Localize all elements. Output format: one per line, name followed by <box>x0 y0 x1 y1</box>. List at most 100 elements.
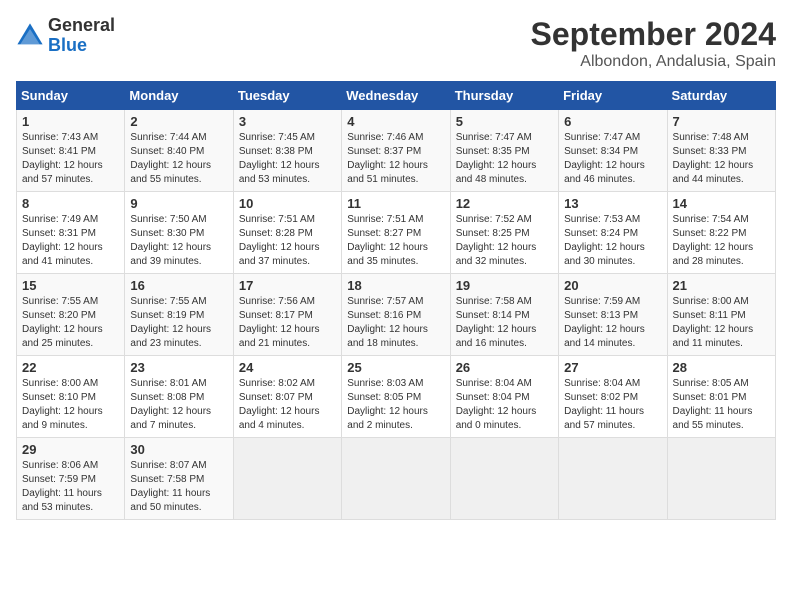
calendar-cell: 19 Sunrise: 7:58 AMSunset: 8:14 PMDaylig… <box>450 274 558 356</box>
calendar-week-row: 15 Sunrise: 7:55 AMSunset: 8:20 PMDaylig… <box>17 274 776 356</box>
header: General Blue September 2024 Albondon, An… <box>16 16 776 71</box>
day-number: 2 <box>130 114 227 129</box>
day-number: 30 <box>130 442 227 457</box>
day-info: Sunrise: 8:01 AMSunset: 8:08 PMDaylight:… <box>130 377 227 433</box>
day-number: 14 <box>673 196 770 211</box>
calendar-cell <box>450 438 558 520</box>
day-number: 26 <box>456 360 553 375</box>
calendar-week-row: 29 Sunrise: 8:06 AMSunset: 7:59 PMDaylig… <box>17 438 776 520</box>
day-info: Sunrise: 8:00 AMSunset: 8:10 PMDaylight:… <box>22 377 119 433</box>
day-info: Sunrise: 8:05 AMSunset: 8:01 PMDaylight:… <box>673 377 770 433</box>
day-number: 8 <box>22 196 119 211</box>
calendar-cell: 15 Sunrise: 7:55 AMSunset: 8:20 PMDaylig… <box>17 274 125 356</box>
day-info: Sunrise: 7:53 AMSunset: 8:24 PMDaylight:… <box>564 213 661 269</box>
day-info: Sunrise: 7:54 AMSunset: 8:22 PMDaylight:… <box>673 213 770 269</box>
day-info: Sunrise: 7:59 AMSunset: 8:13 PMDaylight:… <box>564 295 661 351</box>
day-number: 4 <box>347 114 444 129</box>
day-info: Sunrise: 7:46 AMSunset: 8:37 PMDaylight:… <box>347 131 444 187</box>
calendar-week-row: 22 Sunrise: 8:00 AMSunset: 8:10 PMDaylig… <box>17 356 776 438</box>
day-number: 23 <box>130 360 227 375</box>
calendar-cell: 12 Sunrise: 7:52 AMSunset: 8:25 PMDaylig… <box>450 192 558 274</box>
header-day: Tuesday <box>233 82 341 110</box>
calendar-cell: 9 Sunrise: 7:50 AMSunset: 8:30 PMDayligh… <box>125 192 233 274</box>
header-day: Wednesday <box>342 82 450 110</box>
calendar-cell: 24 Sunrise: 8:02 AMSunset: 8:07 PMDaylig… <box>233 356 341 438</box>
calendar-week-row: 1 Sunrise: 7:43 AMSunset: 8:41 PMDayligh… <box>17 110 776 192</box>
calendar-cell <box>342 438 450 520</box>
day-info: Sunrise: 7:49 AMSunset: 8:31 PMDaylight:… <box>22 213 119 269</box>
calendar-cell: 30 Sunrise: 8:07 AMSunset: 7:58 PMDaylig… <box>125 438 233 520</box>
header-day: Friday <box>559 82 667 110</box>
day-number: 11 <box>347 196 444 211</box>
calendar-cell: 1 Sunrise: 7:43 AMSunset: 8:41 PMDayligh… <box>17 110 125 192</box>
day-number: 18 <box>347 278 444 293</box>
main-title: September 2024 <box>531 16 776 53</box>
logo-icon <box>16 22 44 50</box>
day-info: Sunrise: 8:04 AMSunset: 8:04 PMDaylight:… <box>456 377 553 433</box>
day-number: 20 <box>564 278 661 293</box>
calendar-cell: 16 Sunrise: 7:55 AMSunset: 8:19 PMDaylig… <box>125 274 233 356</box>
day-number: 25 <box>347 360 444 375</box>
header-row: SundayMondayTuesdayWednesdayThursdayFrid… <box>17 82 776 110</box>
day-info: Sunrise: 7:58 AMSunset: 8:14 PMDaylight:… <box>456 295 553 351</box>
logo: General Blue <box>16 16 115 56</box>
day-info: Sunrise: 7:47 AMSunset: 8:35 PMDaylight:… <box>456 131 553 187</box>
calendar-cell: 18 Sunrise: 7:57 AMSunset: 8:16 PMDaylig… <box>342 274 450 356</box>
day-number: 21 <box>673 278 770 293</box>
calendar-cell: 10 Sunrise: 7:51 AMSunset: 8:28 PMDaylig… <box>233 192 341 274</box>
day-info: Sunrise: 8:00 AMSunset: 8:11 PMDaylight:… <box>673 295 770 351</box>
day-info: Sunrise: 7:57 AMSunset: 8:16 PMDaylight:… <box>347 295 444 351</box>
calendar-cell: 26 Sunrise: 8:04 AMSunset: 8:04 PMDaylig… <box>450 356 558 438</box>
day-info: Sunrise: 8:02 AMSunset: 8:07 PMDaylight:… <box>239 377 336 433</box>
day-number: 19 <box>456 278 553 293</box>
day-info: Sunrise: 7:48 AMSunset: 8:33 PMDaylight:… <box>673 131 770 187</box>
day-info: Sunrise: 7:52 AMSunset: 8:25 PMDaylight:… <box>456 213 553 269</box>
calendar-cell <box>667 438 775 520</box>
calendar-cell: 6 Sunrise: 7:47 AMSunset: 8:34 PMDayligh… <box>559 110 667 192</box>
calendar-cell: 14 Sunrise: 7:54 AMSunset: 8:22 PMDaylig… <box>667 192 775 274</box>
calendar-cell: 23 Sunrise: 8:01 AMSunset: 8:08 PMDaylig… <box>125 356 233 438</box>
calendar-cell: 22 Sunrise: 8:00 AMSunset: 8:10 PMDaylig… <box>17 356 125 438</box>
header-day: Monday <box>125 82 233 110</box>
calendar-cell: 11 Sunrise: 7:51 AMSunset: 8:27 PMDaylig… <box>342 192 450 274</box>
day-number: 29 <box>22 442 119 457</box>
day-number: 3 <box>239 114 336 129</box>
calendar-cell <box>559 438 667 520</box>
calendar-week-row: 8 Sunrise: 7:49 AMSunset: 8:31 PMDayligh… <box>17 192 776 274</box>
day-number: 27 <box>564 360 661 375</box>
header-day: Thursday <box>450 82 558 110</box>
day-number: 17 <box>239 278 336 293</box>
calendar-cell: 2 Sunrise: 7:44 AMSunset: 8:40 PMDayligh… <box>125 110 233 192</box>
day-number: 24 <box>239 360 336 375</box>
calendar-cell: 25 Sunrise: 8:03 AMSunset: 8:05 PMDaylig… <box>342 356 450 438</box>
header-day: Sunday <box>17 82 125 110</box>
day-info: Sunrise: 8:04 AMSunset: 8:02 PMDaylight:… <box>564 377 661 433</box>
calendar-cell: 13 Sunrise: 7:53 AMSunset: 8:24 PMDaylig… <box>559 192 667 274</box>
day-number: 6 <box>564 114 661 129</box>
day-number: 16 <box>130 278 227 293</box>
day-info: Sunrise: 7:50 AMSunset: 8:30 PMDaylight:… <box>130 213 227 269</box>
day-info: Sunrise: 8:03 AMSunset: 8:05 PMDaylight:… <box>347 377 444 433</box>
day-info: Sunrise: 7:44 AMSunset: 8:40 PMDaylight:… <box>130 131 227 187</box>
day-number: 7 <box>673 114 770 129</box>
day-number: 9 <box>130 196 227 211</box>
calendar-cell: 4 Sunrise: 7:46 AMSunset: 8:37 PMDayligh… <box>342 110 450 192</box>
day-info: Sunrise: 7:45 AMSunset: 8:38 PMDaylight:… <box>239 131 336 187</box>
calendar-cell: 28 Sunrise: 8:05 AMSunset: 8:01 PMDaylig… <box>667 356 775 438</box>
day-info: Sunrise: 7:56 AMSunset: 8:17 PMDaylight:… <box>239 295 336 351</box>
logo-text: General Blue <box>48 16 115 56</box>
title-area: September 2024 Albondon, Andalusia, Spai… <box>531 16 776 71</box>
day-number: 12 <box>456 196 553 211</box>
day-number: 13 <box>564 196 661 211</box>
day-info: Sunrise: 8:07 AMSunset: 7:58 PMDaylight:… <box>130 459 227 515</box>
calendar-cell: 21 Sunrise: 8:00 AMSunset: 8:11 PMDaylig… <box>667 274 775 356</box>
day-info: Sunrise: 7:55 AMSunset: 8:19 PMDaylight:… <box>130 295 227 351</box>
day-number: 28 <box>673 360 770 375</box>
day-info: Sunrise: 7:51 AMSunset: 8:27 PMDaylight:… <box>347 213 444 269</box>
header-day: Saturday <box>667 82 775 110</box>
calendar-cell: 17 Sunrise: 7:56 AMSunset: 8:17 PMDaylig… <box>233 274 341 356</box>
subtitle: Albondon, Andalusia, Spain <box>531 53 776 71</box>
day-number: 15 <box>22 278 119 293</box>
day-number: 10 <box>239 196 336 211</box>
calendar-cell: 8 Sunrise: 7:49 AMSunset: 8:31 PMDayligh… <box>17 192 125 274</box>
